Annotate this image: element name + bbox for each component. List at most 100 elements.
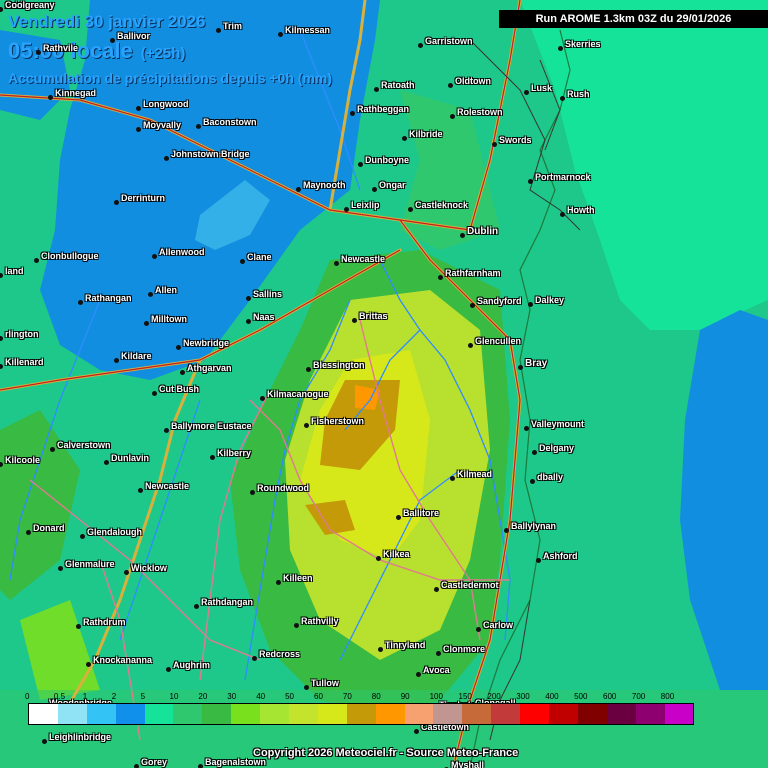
town-label: Ballymore Eustace [171,421,252,431]
town-marker [134,764,139,768]
legend-tick-label: 0.5 [53,692,66,701]
legend-swatch [57,704,87,724]
legend-swatch [462,704,492,724]
town-marker [524,426,529,431]
town-marker [434,587,439,592]
town-label: Glencullen [475,336,522,346]
town-marker [492,142,497,147]
legend-swatch [317,704,347,724]
town-label: Kilmacanogue [267,389,329,399]
town-marker [164,428,169,433]
town-marker [196,124,201,129]
town-label: Allen [155,285,178,295]
legend-tick-label: 500 [574,692,588,701]
town-label: Rathdrum [83,617,126,627]
town-label: Coolgreany [5,0,55,10]
town-label: Myshall [451,760,485,768]
town-marker [216,28,221,33]
town-label: Ballitore [403,508,440,518]
legend-swatch [635,704,665,724]
town-marker [372,187,377,192]
town-marker [144,321,149,326]
town-label: Kilcoole [5,455,41,465]
town-label: Valleymount [531,419,585,429]
legend-tick-label: 300 [516,692,530,701]
legend-swatch [549,704,578,724]
town-label: Lusk [531,83,553,93]
legend-swatch [664,704,694,724]
town-label: dbally [537,472,564,482]
town-marker [34,258,39,263]
town-label: Naas [253,312,275,322]
town-marker [350,111,355,116]
town-marker [344,207,349,212]
town-label: Kilkea [383,549,410,559]
town-marker [560,212,565,217]
town-label: Tinryland [385,640,426,650]
town-label: Blessington [313,360,365,370]
town-label: Ballivor [117,31,151,41]
legend-swatch [144,704,174,724]
legend-tick-label: 90 [400,692,410,701]
town-marker [252,656,257,661]
town-label: Derrinturn [121,193,166,203]
town-marker [528,179,533,184]
town-marker [104,460,109,465]
town-marker [306,367,311,372]
legend-tick-label: 2 [111,692,117,701]
town-label: Milltown [151,314,187,324]
town-marker [524,90,529,95]
town-label: Aughrim [173,660,210,670]
town-label: Longwood [143,99,189,109]
town-marker [402,136,407,141]
town-marker [210,455,215,460]
town-label: Clonbullogue [41,251,99,261]
town-marker [198,764,203,768]
town-label: Allenwood [159,247,205,257]
town-label: Wicklow [131,563,167,573]
legend-swatch [231,704,261,724]
town-label: Garristown [425,36,473,46]
town-label: Calverstown [57,440,111,450]
legend-swatch [606,704,636,724]
town-marker [532,450,537,455]
town-label: Kilmessan [285,25,331,35]
town-label: Cut Bush [159,384,199,394]
town-label: Rolestown [457,107,503,117]
town-marker [240,259,245,264]
legend-swatch [173,704,203,724]
town-marker [114,358,119,363]
legend-tick-label: 0 [25,692,30,701]
town-label: Johnstown Bridge [171,149,250,159]
town-marker [246,296,251,301]
town-marker [42,739,47,744]
town-label: Avoca [423,665,450,675]
legend-swatch [577,704,607,724]
town-marker [476,627,481,632]
town-label: Trim [223,21,243,31]
legend-tick-label: 100 [429,692,443,701]
town-label: Kilbride [409,129,443,139]
town-marker [26,530,31,535]
town-marker [50,447,55,452]
town-marker [334,261,339,266]
town-marker [78,300,83,305]
town-marker [114,200,119,205]
town-marker [278,32,283,37]
town-label: land [5,266,24,276]
town-label: Castledermot [441,580,499,590]
legend-swatch [86,704,116,724]
town-marker [378,647,383,652]
town-label: Leighlinbridge [49,732,111,742]
town-marker [86,662,91,667]
town-marker [296,187,301,192]
legend-swatch [115,704,145,724]
town-label: Carlow [483,620,514,630]
town-label: Oldtown [455,76,491,86]
town-marker [468,343,473,348]
town-marker [358,162,363,167]
map-title: Accumulation de précipitations depuis +0… [8,70,332,86]
town-label: Dalkey [535,295,565,305]
town-label: rlington [5,329,39,339]
legend-tick-label: 70 [342,692,352,701]
